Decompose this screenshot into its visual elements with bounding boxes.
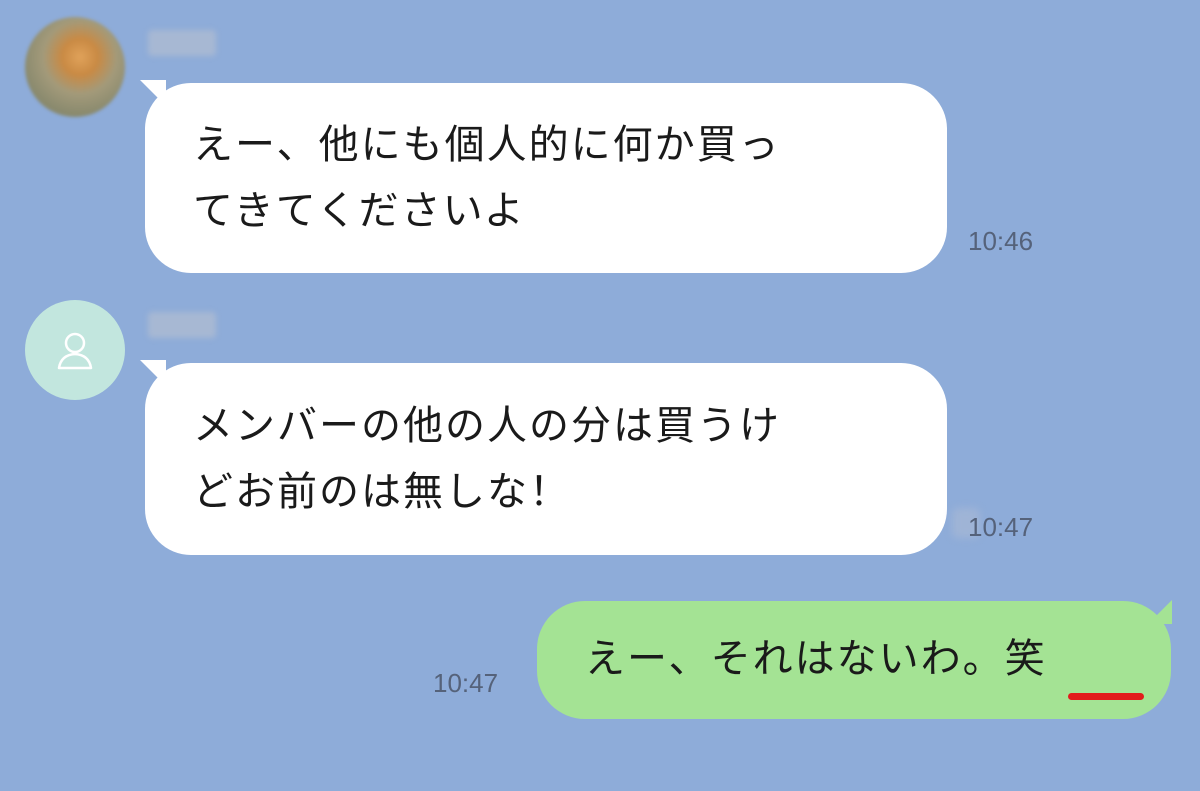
message-bubble-outgoing[interactable]: えー、それはないわ。笑 [537,601,1171,719]
message-text-line: メンバーの他の人の分は買うけ [193,403,781,449]
avatar-photo[interactable] [25,17,125,117]
message-bubble-incoming[interactable]: えー、他にも個人的に何か買っ てきてくださいよ [145,83,947,273]
message-timestamp: 10:46 [968,226,1034,256]
sender-name-blurred [148,312,216,338]
person-icon [57,332,93,370]
message-text-line: どお前のは無しな！ [193,469,571,515]
message-timestamp: 10:47 [433,668,499,698]
emphasized-text: 笑 [1004,636,1047,682]
message-timestamp: 10:47 [968,512,1034,542]
message-text: えー、それはないわ。 [585,636,1005,682]
avatar-default[interactable] [25,300,125,400]
message-text-line: てきてくださいよ [193,188,526,234]
message-bubble-incoming[interactable]: メンバーの他の人の分は買うけ どお前のは無しな！ [145,363,947,555]
red-underline-annotation [1068,693,1144,700]
message-text-line: えー、他にも個人的に何か買っ [193,122,781,168]
sender-name-blurred [148,30,216,56]
